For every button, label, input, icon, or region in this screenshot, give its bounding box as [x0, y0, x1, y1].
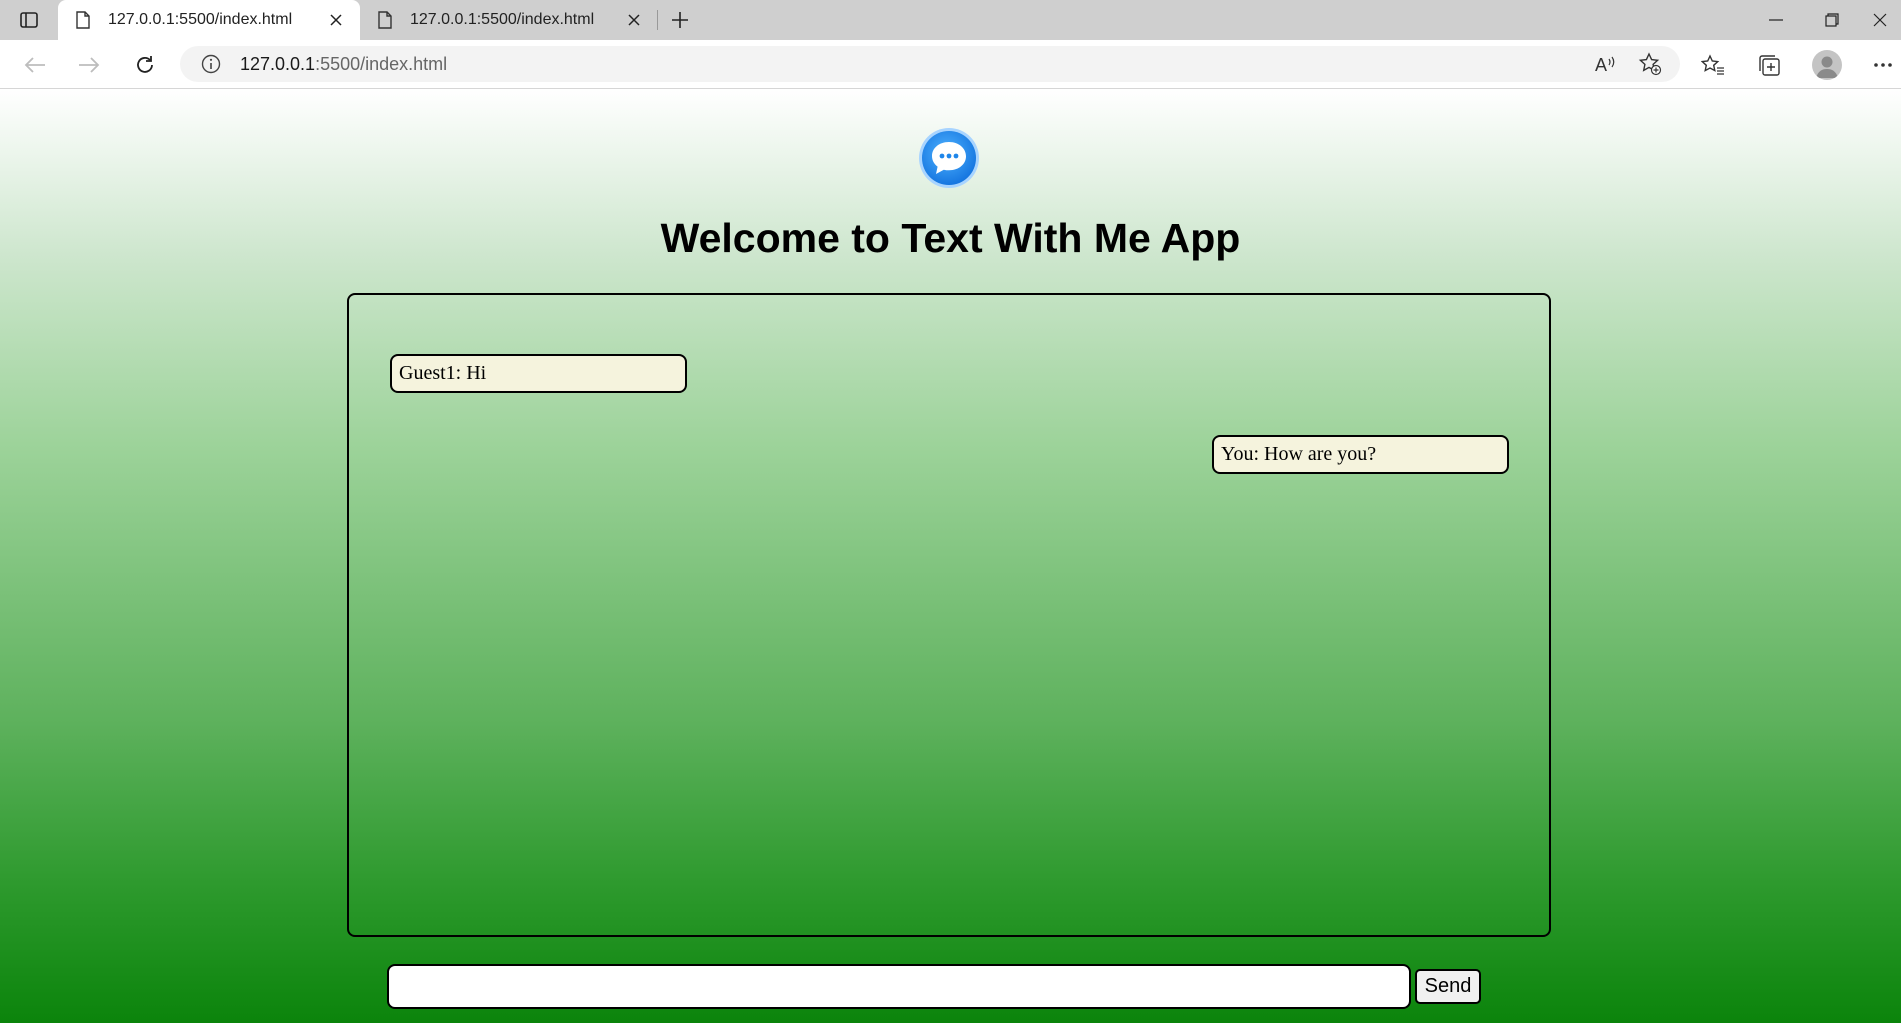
tab-divider: [657, 10, 658, 30]
chat-bubble-icon: [918, 127, 980, 189]
restore-icon[interactable]: [1804, 0, 1860, 40]
page-title: Welcome to Text With Me App: [660, 215, 1241, 261]
forward-icon[interactable]: [76, 52, 102, 78]
url-path: :5500/index.html: [315, 53, 448, 74]
tab-active[interactable]: 127.0.0.1:5500/index.html: [58, 0, 360, 40]
address-toolbar: 127.0.0.1:5500/index.html A: [0, 40, 1901, 89]
chat-window: Guest1: Hi You: How are you?: [347, 293, 1551, 937]
close-window-icon[interactable]: [1859, 0, 1901, 40]
document-icon: [376, 11, 394, 29]
favorites-icon[interactable]: [1700, 52, 1726, 78]
address-bar[interactable]: 127.0.0.1:5500/index.html A: [180, 46, 1680, 82]
read-aloud-icon[interactable]: A: [1594, 52, 1618, 76]
url-host: 127.0.0.1: [240, 53, 316, 74]
tab-strip: 127.0.0.1:5500/index.html 127.0.0.1:5500…: [0, 0, 1901, 40]
send-button[interactable]: Send: [1415, 969, 1481, 1004]
message-outgoing: You: How are you?: [1212, 435, 1509, 474]
tab-title: 127.0.0.1:5500/index.html: [410, 11, 595, 28]
minimize-icon[interactable]: [1748, 0, 1804, 40]
back-icon[interactable]: [22, 52, 48, 78]
info-icon[interactable]: [200, 53, 222, 75]
profile-icon[interactable]: [1812, 50, 1842, 80]
page-content: Welcome to Text With Me App Guest1: Hi Y…: [0, 89, 1901, 1023]
close-icon[interactable]: [324, 8, 348, 32]
message-input[interactable]: [387, 964, 1411, 1009]
refresh-icon[interactable]: [132, 52, 158, 78]
collections-icon[interactable]: [1756, 52, 1782, 78]
close-icon[interactable]: [622, 8, 646, 32]
tab-actions-icon[interactable]: [18, 9, 40, 31]
svg-text:A: A: [1595, 55, 1607, 74]
more-icon[interactable]: [1870, 52, 1896, 78]
document-icon: [74, 11, 92, 29]
new-tab-icon[interactable]: [668, 8, 692, 32]
add-favorite-icon[interactable]: [1638, 52, 1662, 76]
message-incoming: Guest1: Hi: [390, 354, 687, 393]
tab-title: 127.0.0.1:5500/index.html: [108, 11, 293, 28]
tab-inactive[interactable]: 127.0.0.1:5500/index.html: [360, 0, 658, 40]
